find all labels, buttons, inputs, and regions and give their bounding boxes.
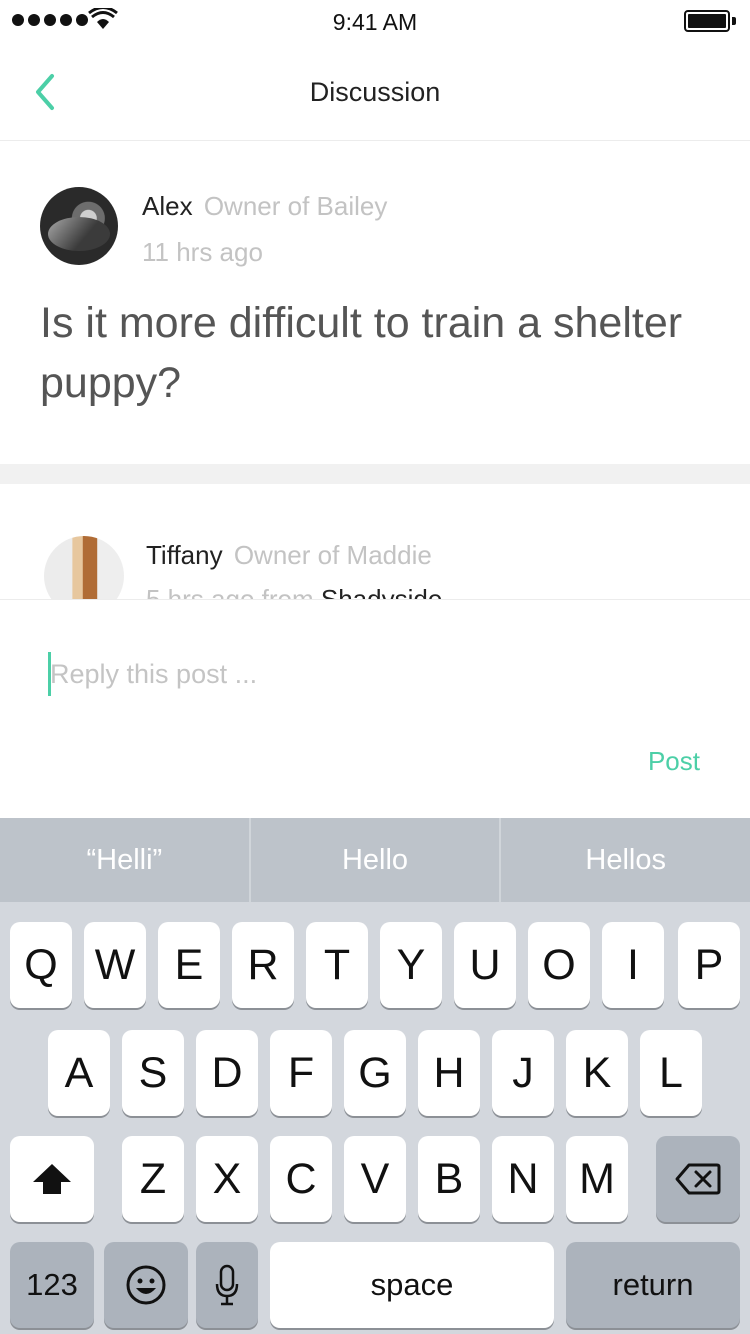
- key-g[interactable]: G: [344, 1030, 406, 1116]
- key-c[interactable]: C: [270, 1136, 332, 1222]
- status-bar: 9:41 AM: [0, 0, 750, 44]
- return-key[interactable]: return: [566, 1242, 740, 1328]
- microphone-icon: [215, 1264, 239, 1306]
- reply-time: 5 hrs ago from Shadyside: [146, 584, 442, 599]
- reply-time-text: 5 hrs ago from: [146, 584, 321, 599]
- author-role: Owner of Bailey: [203, 191, 388, 221]
- author-name[interactable]: Alex: [142, 191, 193, 221]
- reply-location[interactable]: Shadyside: [321, 584, 442, 599]
- key-f[interactable]: F: [270, 1030, 332, 1116]
- discussion-post: Alex Owner of Bailey 11 hrs ago Is it mo…: [0, 141, 750, 464]
- battery-icon: [684, 10, 736, 32]
- delete-icon: [675, 1163, 721, 1195]
- emoji-icon: [126, 1265, 166, 1305]
- key-i[interactable]: I: [602, 922, 664, 1008]
- key-a[interactable]: A: [48, 1030, 110, 1116]
- key-u[interactable]: U: [454, 922, 516, 1008]
- page-title: Discussion: [309, 77, 441, 107]
- key-p[interactable]: P: [678, 922, 740, 1008]
- key-h[interactable]: H: [418, 1030, 480, 1116]
- emoji-key[interactable]: [104, 1242, 188, 1328]
- post-button[interactable]: Post: [648, 746, 700, 777]
- space-key[interactable]: space: [270, 1242, 554, 1328]
- delete-key[interactable]: [656, 1136, 740, 1222]
- keyboard-suggestions: “Helli” Hello Hellos: [0, 818, 750, 902]
- key-o[interactable]: O: [528, 922, 590, 1008]
- key-v[interactable]: V: [344, 1136, 406, 1222]
- suggestion-item[interactable]: “Helli”: [0, 818, 251, 902]
- avatar[interactable]: [40, 187, 118, 265]
- on-screen-keyboard: Q W E R T Y U O I P A S D F G H J K L Z …: [0, 902, 750, 1334]
- author-name[interactable]: Tiffany: [146, 540, 223, 570]
- key-q[interactable]: Q: [10, 922, 72, 1008]
- post-time: 11 hrs ago: [142, 237, 263, 267]
- key-m[interactable]: M: [566, 1136, 628, 1222]
- reply-input[interactable]: [50, 652, 610, 696]
- author-role: Owner of Maddie: [233, 540, 432, 570]
- dictation-key[interactable]: [196, 1242, 258, 1328]
- reply-item: Tiffany Owner of Maddie 5 hrs ago from S…: [0, 484, 750, 599]
- reply-composer: Post: [0, 599, 750, 818]
- key-s[interactable]: S: [122, 1030, 184, 1116]
- key-w[interactable]: W: [84, 922, 146, 1008]
- navigation-bar: Discussion: [0, 44, 750, 141]
- key-n[interactable]: N: [492, 1136, 554, 1222]
- key-d[interactable]: D: [196, 1030, 258, 1116]
- key-r[interactable]: R: [232, 922, 294, 1008]
- post-question: Is it more difficult to train a shelter …: [40, 299, 683, 407]
- section-divider: [0, 464, 750, 484]
- key-y[interactable]: Y: [380, 922, 442, 1008]
- key-b[interactable]: B: [418, 1136, 480, 1222]
- key-t[interactable]: T: [306, 922, 368, 1008]
- post-author-line: Alex Owner of Bailey: [142, 191, 387, 222]
- status-time: 9:41 AM: [332, 9, 418, 35]
- key-k[interactable]: K: [566, 1030, 628, 1116]
- key-x[interactable]: X: [196, 1136, 258, 1222]
- key-z[interactable]: Z: [122, 1136, 184, 1222]
- key-l[interactable]: L: [640, 1030, 702, 1116]
- key-e[interactable]: E: [158, 922, 220, 1008]
- shift-icon: [33, 1164, 71, 1194]
- avatar[interactable]: [44, 536, 124, 599]
- suggestion-item[interactable]: Hellos: [501, 818, 750, 902]
- shift-key[interactable]: [10, 1136, 94, 1222]
- reply-author-line: Tiffany Owner of Maddie: [146, 540, 432, 571]
- numbers-key[interactable]: 123: [10, 1242, 94, 1328]
- key-j[interactable]: J: [492, 1030, 554, 1116]
- suggestion-item[interactable]: Hello: [251, 818, 502, 902]
